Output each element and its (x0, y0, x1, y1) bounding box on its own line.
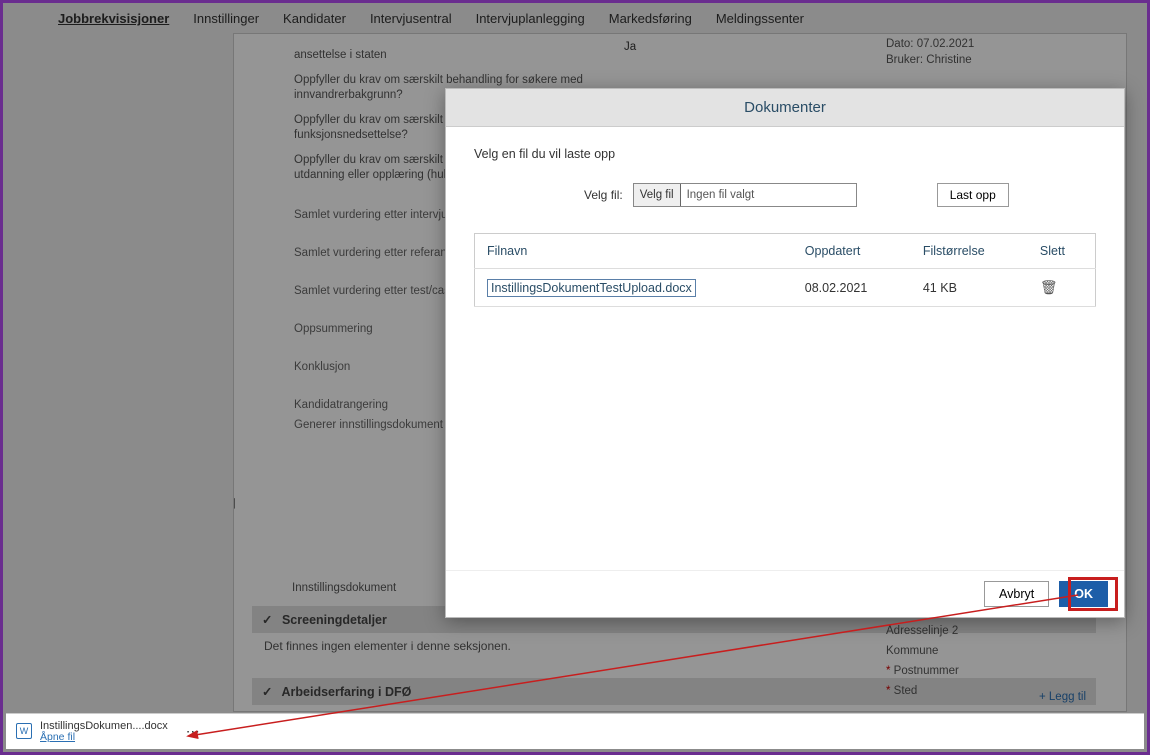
q-immigrant-answer: Ja (624, 41, 636, 53)
file-updated: 08.02.2021 (793, 269, 911, 307)
file-link[interactable]: InstillingsDokumentTestUpload.docx (487, 279, 696, 297)
col-delete: Slett (1028, 234, 1096, 269)
meta-dato: Dato: 07.02.2021 (886, 38, 1096, 50)
chevron-down-icon: ✓ (262, 684, 272, 699)
download-more-icon[interactable]: ⋯ (186, 723, 201, 740)
open-file-link[interactable]: Åpne fil (40, 732, 168, 744)
chevron-down-icon: ✓ (262, 612, 272, 627)
address-fields: Adresselinje 2 Kommune Postnummer Sted (886, 617, 1086, 705)
choose-file-label: Velg fil: (584, 188, 623, 202)
top-nav: Jobbrekvisisjoner Innstillinger Kandidat… (3, 3, 1147, 30)
tab-kandidater[interactable]: Kandidater (283, 11, 346, 26)
col-updated: Oppdatert (793, 234, 911, 269)
meta-bruker: Bruker: Christine (886, 54, 1096, 66)
tab-intervjusentral[interactable]: Intervjusentral (370, 11, 452, 26)
panel-collapse-icon[interactable]: ◁ (233, 494, 235, 511)
table-row: InstillingsDokumentTestUpload.docx 08.02… (475, 269, 1096, 307)
files-table: Filnavn Oppdatert Filstørrelse Slett Ins… (474, 233, 1096, 307)
col-size: Filstørrelse (911, 234, 1028, 269)
upload-button[interactable]: Last opp (937, 183, 1009, 207)
file-size: 41 KB (911, 269, 1028, 307)
field-postnummer: Postnummer (886, 665, 1086, 677)
tab-intervjuplanlegging[interactable]: Intervjuplanlegging (476, 11, 585, 26)
field-kommune: Kommune (886, 645, 1086, 657)
file-input[interactable]: Velg fil Ingen fil valgt (633, 183, 857, 207)
tab-markedsforing[interactable]: Markedsføring (609, 11, 692, 26)
field-adresse2: Adresselinje 2 (886, 625, 1086, 637)
tab-meldingssenter[interactable]: Meldingssenter (716, 11, 804, 26)
choose-file-button[interactable]: Velg fil (634, 184, 681, 206)
modal-instruction: Velg en fil du vil laste opp (474, 147, 1096, 161)
documents-modal: Dokumenter Velg en fil du vil laste opp … (445, 88, 1125, 618)
ok-button[interactable]: OK (1059, 581, 1108, 607)
download-filename: InstillingsDokumen....docx (40, 720, 168, 732)
trash-icon[interactable]: 🗑 (1040, 279, 1058, 295)
tab-jobbrekvisisjoner[interactable]: Jobbrekvisisjoner (58, 11, 169, 26)
download-bar: W InstillingsDokumen....docx Åpne fil ⋯ (6, 713, 1144, 749)
field-sted: Sted (886, 685, 1086, 697)
word-file-icon: W (16, 723, 32, 739)
cancel-button[interactable]: Avbryt (984, 581, 1049, 607)
download-item[interactable]: W InstillingsDokumen....docx Åpne fil ⋯ (16, 720, 201, 744)
tab-innstillinger[interactable]: Innstillinger (193, 11, 259, 26)
file-input-placeholder: Ingen fil valgt (681, 189, 755, 201)
col-filename: Filnavn (475, 234, 793, 269)
modal-title: Dokumenter (446, 89, 1124, 127)
